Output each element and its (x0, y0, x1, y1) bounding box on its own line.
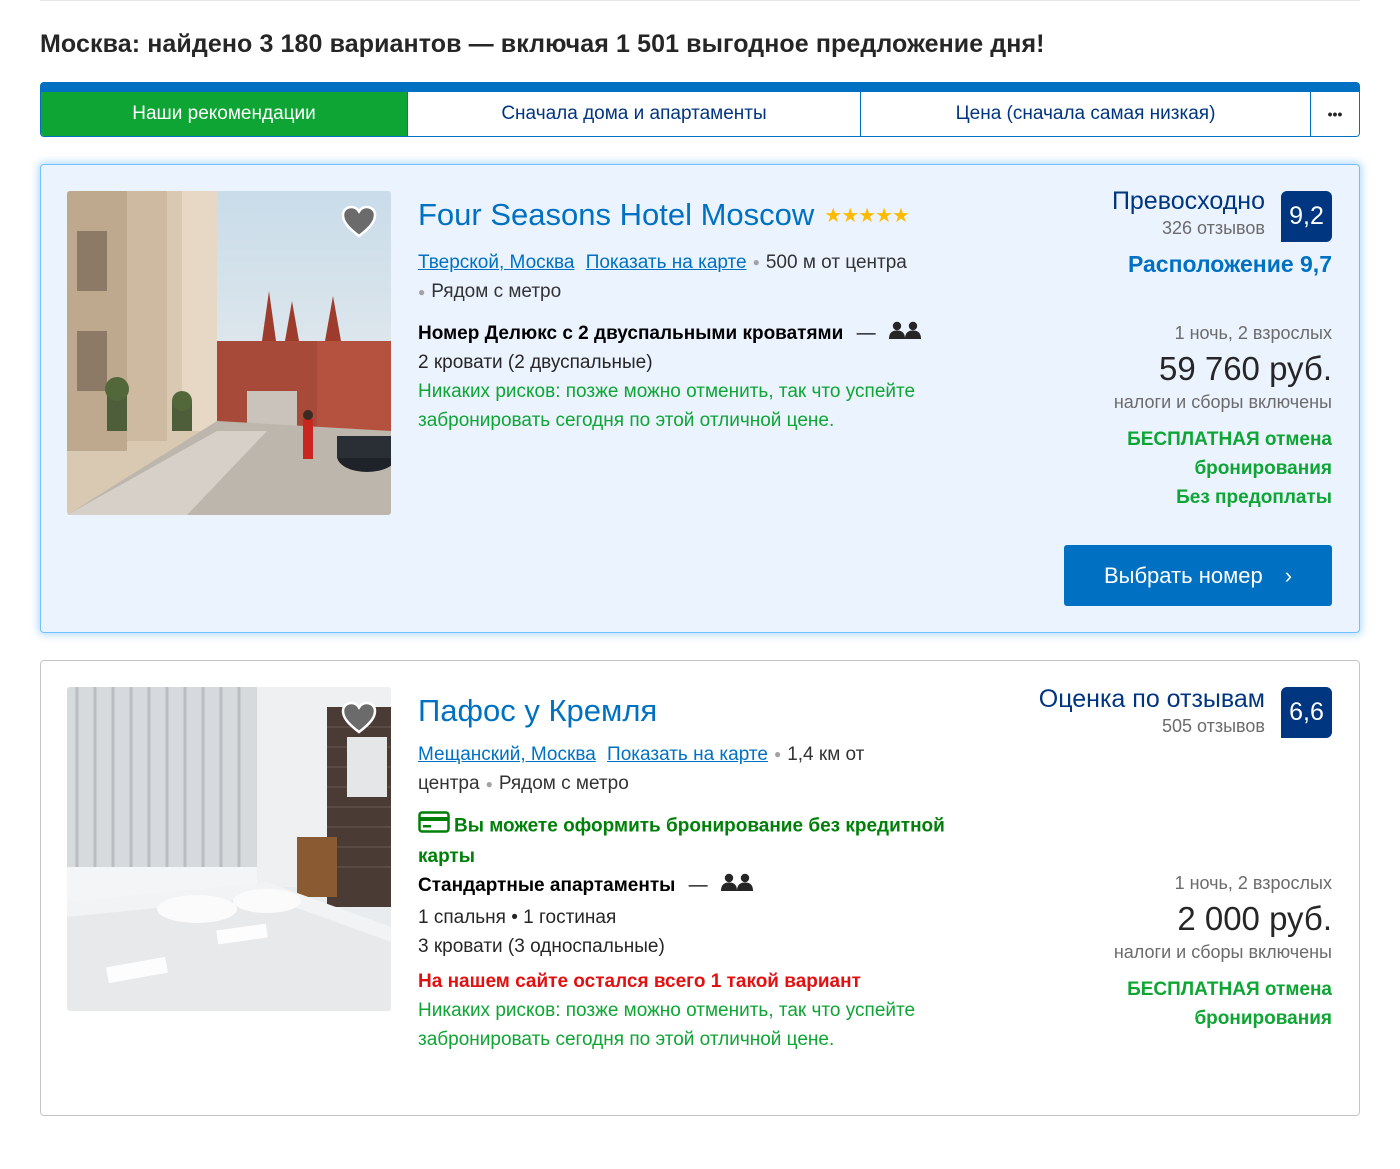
star-icon: ★★★★★ (824, 204, 910, 227)
taxes-note: налоги и сборы включены (1113, 942, 1332, 962)
hotel-name-link[interactable]: Four Seasons Hotel Moscow (418, 197, 814, 233)
separator-dot: ● (773, 747, 782, 762)
taxes-note: налоги и сборы включены (1113, 392, 1332, 412)
hotel-location: Тверской, Москва Показать на карте ● 500 м… (418, 248, 1008, 307)
distance-text: 500 м от центра (765, 252, 907, 273)
no-card-text: Вы можете оформить бронирование без кред… (418, 815, 945, 867)
tab-price-lowest[interactable]: Цена (сначала самая низкая) (861, 92, 1311, 136)
stay-details: 1 ночь, 2 взрослых (1174, 323, 1332, 343)
hotel-photo[interactable] (67, 687, 391, 1011)
no-risk-text: Никаких рисков: позже можно отменить, та… (418, 1000, 916, 1051)
show-on-map-link[interactable]: Показать на карте (607, 744, 768, 765)
page-title: Москва: найдено 3 180 вариантов — включа… (40, 30, 1045, 58)
no-prepayment: Без предоплаты (1176, 487, 1332, 508)
hotel-location: Мещанский, Москва Показать на карте ● 1,4 … (418, 740, 958, 799)
free-cancellation: БЕСПЛАТНАЯ отмена бронирования (1114, 975, 1332, 1033)
free-cancellation-line1: БЕСПЛАТНАЯ отмена (1127, 429, 1332, 450)
review-score-badge[interactable]: 6,6 (1281, 687, 1332, 738)
free-cancellation: БЕСПЛАТНАЯ отмена бронирования Без предо… (1114, 425, 1332, 512)
room-info: Вы можете оформить бронирование без кред… (418, 811, 998, 1054)
sort-bar: Наши рекомендации Сначала дома и апартам… (40, 82, 1360, 137)
dash: — (856, 323, 876, 344)
price: 59 760 руб. (1158, 350, 1332, 387)
top-divider (40, 0, 1360, 1)
no-card-notice: Вы можете оформить бронирование без кред… (418, 811, 998, 871)
hotel-card: Пафос у Кремля Мещанский, Москва Показат… (40, 660, 1360, 1116)
tab-recommended[interactable]: Наши рекомендации (41, 92, 408, 136)
hotel-name-link[interactable]: Пафос у Кремля (418, 693, 657, 729)
hotel-photo-image (67, 191, 391, 515)
room-info: Номер Делюкс с 2 двуспальными кроватями … (418, 319, 1008, 435)
district-link[interactable]: Тверской, Москва (418, 252, 574, 273)
review-count: 326 отзывов (1161, 218, 1265, 238)
free-cancellation-line2: бронирования (1194, 1008, 1332, 1029)
score-word: Оценка по отзывам (1038, 685, 1265, 713)
free-cancellation-line1: БЕСПЛАТНАЯ отмена (1127, 979, 1332, 1000)
tab-homes-first[interactable]: Сначала дома и апартаменты (408, 92, 861, 136)
people-icon (720, 871, 753, 900)
room-name: Номер Делюкс с 2 двуспальными кроватями (418, 323, 844, 344)
hotel-card: Four Seasons Hotel Moscow ★★★★★ Тверской… (40, 164, 1360, 633)
chevron-right-icon: › (1284, 562, 1293, 588)
location-score: Расположение 9,7 (1127, 251, 1332, 277)
room-layout: 1 спальня • 1 гостиная (418, 907, 617, 929)
separator-dot: ● (418, 284, 426, 299)
hotel-photo-image (67, 687, 391, 1011)
dash: — (688, 875, 708, 896)
heart-icon[interactable] (341, 701, 377, 735)
bed-info: 3 кровати (3 односпальные) (418, 936, 665, 958)
heart-icon[interactable] (341, 205, 377, 239)
separator-dot: ● (752, 255, 760, 270)
hotel-photo[interactable] (67, 191, 391, 515)
room-name: Стандартные апартаменты (418, 875, 676, 896)
people-icon (888, 319, 921, 348)
free-cancellation-line2: бронирования (1194, 458, 1332, 479)
more-dots-icon[interactable]: ••• (1311, 92, 1359, 136)
bed-info: 2 кровати (2 двуспальные) (418, 352, 653, 374)
district-link[interactable]: Мещанский, Москва (418, 744, 596, 765)
metro-text: Рядом с метро (498, 773, 629, 795)
review-count: 505 отзывов (1161, 716, 1265, 736)
score-word: Превосходно (1111, 187, 1265, 215)
credit-card-icon (418, 811, 450, 842)
price: 2 000 руб. (1177, 900, 1332, 937)
no-risk-text: Никаких рисков: позже можно отменить, та… (418, 381, 916, 432)
review-score-badge[interactable]: 9,2 (1281, 191, 1332, 242)
last-one-alert: На нашем сайте остался всего 1 такой вар… (418, 971, 861, 993)
stay-details: 1 ночь, 2 взрослых (1174, 873, 1332, 893)
select-room-label: Выбрать номер (1103, 562, 1263, 588)
metro-text: Рядом с метро (431, 281, 562, 303)
separator-dot: ● (485, 776, 493, 791)
select-room-button[interactable]: Выбрать номер › (1064, 545, 1332, 606)
show-on-map-link[interactable]: Показать на карте (586, 252, 747, 273)
